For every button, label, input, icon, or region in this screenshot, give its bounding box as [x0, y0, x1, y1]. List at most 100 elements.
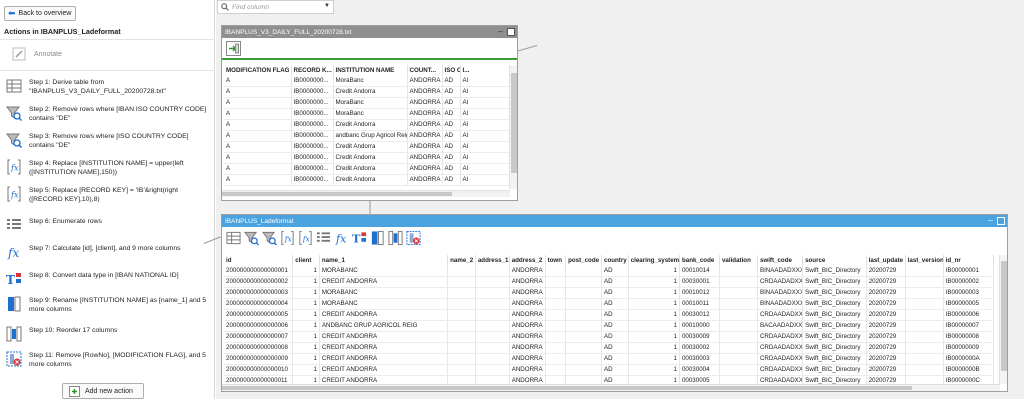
table-cell[interactable] — [719, 276, 758, 288]
table-cell[interactable]: MoraBanc — [333, 97, 408, 109]
table-cell[interactable] — [905, 298, 944, 310]
table-cell[interactable]: Credit Andorra — [333, 174, 408, 186]
column-header[interactable]: source — [802, 255, 867, 265]
minimize-icon[interactable]: ─ — [986, 217, 995, 226]
chevron-down-icon[interactable]: ▼ — [324, 3, 330, 9]
table-cell[interactable] — [719, 298, 758, 310]
table-cell[interactable]: ANDORRA — [509, 265, 546, 277]
add-new-action-button[interactable]: Add new action — [62, 383, 144, 399]
table-cell[interactable]: Swift_BIC_Directory — [802, 342, 867, 354]
table-row[interactable]: 200000000000000011 1 CREDIT ANDORRA ANDORRA… — [224, 375, 994, 384]
table-cell[interactable] — [545, 287, 567, 299]
table-cell[interactable]: ANDORRA — [509, 298, 546, 310]
table-row[interactable]: 200000000000000008 1 CREDIT ANDORRA ANDORRA… — [224, 342, 994, 354]
column-header[interactable]: last_version — [905, 255, 944, 265]
table-row[interactable]: A IB0000000... Credit Andorra ANDORRA AD Al — [224, 163, 509, 175]
table-row[interactable]: A IB0000000... Credit Andorra ANDORRA AD Al — [224, 119, 509, 131]
table-cell[interactable] — [905, 287, 944, 299]
table-cell[interactable] — [475, 265, 510, 277]
back-to-overview-button[interactable]: ⬅ Back to overview — [4, 6, 76, 21]
remove-columns-icon[interactable] — [406, 230, 421, 246]
column-header[interactable]: last_update — [866, 255, 906, 265]
table-cell[interactable]: Swift_BIC_Directory — [802, 265, 867, 277]
table-cell[interactable]: andbanc Grup Agricol Reig — [333, 130, 408, 142]
table-cell[interactable]: ANDORRA — [509, 309, 546, 321]
find-column-search[interactable]: Find column ▼ — [217, 0, 334, 14]
table-cell[interactable]: AD — [601, 375, 629, 384]
table-cell[interactable]: IB0000000... — [291, 152, 334, 164]
table-cell[interactable]: Swift_BIC_Directory — [802, 320, 867, 332]
table-cell[interactable] — [475, 276, 510, 288]
column-header[interactable]: bank_code — [679, 255, 720, 265]
table-cell[interactable] — [475, 331, 510, 343]
table-cell[interactable]: 00010012 — [679, 287, 720, 299]
table-cell[interactable]: A — [224, 152, 292, 164]
table-cell[interactable]: 200000000000000002 — [224, 276, 294, 288]
table-cell[interactable]: 1 — [628, 320, 680, 332]
column-header[interactable]: town — [545, 255, 567, 265]
column-header[interactable]: RECORD K... — [291, 65, 334, 75]
table-cell[interactable]: 20200729 — [866, 364, 906, 376]
table-cell[interactable] — [565, 309, 603, 321]
table-cell[interactable]: AD — [442, 75, 461, 87]
table-cell[interactable]: 1 — [628, 364, 680, 376]
table-cell[interactable]: Swift_BIC_Directory — [802, 309, 867, 321]
table-cell[interactable] — [545, 320, 567, 332]
table-cell[interactable]: AD — [601, 298, 629, 310]
table-cell[interactable]: AD — [442, 119, 461, 131]
table-cell[interactable]: 00030012 — [679, 309, 720, 321]
table-cell[interactable]: 200000000000000009 — [224, 353, 294, 365]
table-cell[interactable]: Swift_BIC_Directory — [802, 276, 867, 288]
table-cell[interactable] — [545, 342, 567, 354]
table-cell[interactable]: CREDIT ANDORRA — [319, 309, 449, 321]
table-cell[interactable]: ANDORRA — [407, 163, 443, 175]
table-cell[interactable] — [565, 353, 603, 365]
table-cell[interactable] — [447, 331, 476, 343]
filter-icon[interactable] — [262, 231, 277, 246]
table-cell[interactable]: 1 — [628, 309, 680, 321]
table-row[interactable]: A IB0000000... Credit Andorra ANDORRA AD Al — [224, 141, 509, 153]
table-row[interactable]: A IB0000000... andbanc Grup Agricol Reig AN… — [224, 130, 509, 142]
table-cell[interactable]: Al — [460, 163, 509, 175]
table-cell[interactable]: 20200729 — [866, 265, 906, 277]
rename-icon[interactable] — [370, 230, 385, 246]
table-cell[interactable]: AD — [442, 108, 461, 120]
table-cell[interactable]: IB00000009 — [943, 342, 994, 354]
maximize-icon[interactable] — [507, 27, 515, 36]
reorder-icon[interactable] — [388, 230, 403, 246]
table-cell[interactable]: A — [224, 130, 292, 142]
table-cell[interactable] — [475, 309, 510, 321]
table-cell[interactable] — [905, 353, 944, 365]
column-header[interactable]: country — [601, 255, 629, 265]
table-cell[interactable] — [565, 342, 603, 354]
table-cell[interactable] — [565, 276, 603, 288]
horizontal-scrollbar[interactable] — [222, 384, 1000, 391]
column-header[interactable]: post_code — [565, 255, 603, 265]
step-item[interactable]: fx Step 7: Calculate [id], [client], and … — [5, 243, 210, 261]
step-item[interactable]: Step 6: Enumerate rows — [5, 216, 210, 234]
step-item[interactable]: T Step 8: Convert data type in [IBAN NATI… — [5, 270, 210, 288]
table-cell[interactable] — [565, 364, 603, 376]
table-cell[interactable] — [905, 320, 944, 332]
table-cell[interactable]: IB0000000... — [291, 97, 334, 109]
table-cell[interactable]: ANDORRA — [407, 119, 443, 131]
column-header[interactable]: COUNT... — [407, 65, 443, 75]
table-cell[interactable]: CREDIT ANDORRA — [319, 276, 449, 288]
table-cell[interactable] — [545, 375, 567, 384]
table-cell[interactable]: ANDORRA — [509, 364, 546, 376]
table-cell[interactable]: MORABANC — [319, 287, 449, 299]
formula-bracket-icon[interactable]: fx — [298, 230, 313, 246]
function-icon[interactable]: fx — [334, 231, 349, 246]
table-cell[interactable]: 20200729 — [866, 309, 906, 321]
table-cell[interactable]: MoraBanc — [333, 108, 408, 120]
table-cell[interactable] — [719, 320, 758, 332]
table-cell[interactable]: 1 — [292, 298, 320, 310]
table-cell[interactable]: ANDORRA — [509, 375, 546, 384]
table-cell[interactable]: MORABANC — [319, 265, 449, 277]
table-cell[interactable]: AD — [442, 163, 461, 175]
table-cell[interactable]: CREDIT ANDORRA — [319, 331, 449, 343]
table-cell[interactable]: 20200729 — [866, 298, 906, 310]
table-cell[interactable] — [447, 375, 476, 384]
table-cell[interactable]: 20200729 — [866, 331, 906, 343]
table-cell[interactable]: ANDORRA — [509, 353, 546, 365]
